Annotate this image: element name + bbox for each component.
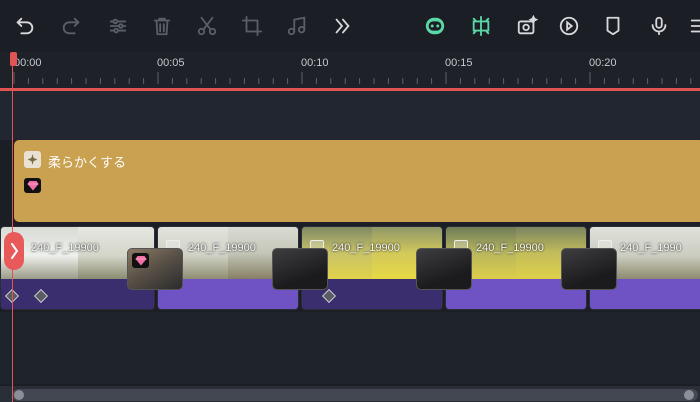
split-screen-icon[interactable]	[466, 11, 496, 41]
premium-gem-icon	[24, 178, 41, 193]
playhead-marker[interactable]	[10, 52, 17, 66]
undo-icon[interactable]	[10, 11, 40, 41]
audio-icon[interactable]	[282, 11, 312, 41]
effect-clip[interactable]: 柔らかくする	[14, 140, 700, 222]
empty-track[interactable]	[0, 312, 700, 384]
play-circle-icon[interactable]	[554, 11, 584, 41]
adjust-icon[interactable]	[103, 11, 133, 41]
ruler-label: 00:05	[157, 57, 185, 69]
premium-gem-icon	[132, 253, 149, 268]
sparkle-icon	[24, 151, 41, 168]
scroll-thumb[interactable]	[12, 389, 698, 401]
clip-label: 240_F_19900	[188, 242, 256, 254]
crop-icon[interactable]	[237, 11, 267, 41]
transition[interactable]	[416, 248, 472, 290]
toolbar	[0, 0, 700, 52]
ruler-label: 00:10	[301, 57, 329, 69]
transition[interactable]	[127, 248, 183, 290]
ruler-ticks	[13, 72, 692, 84]
camera-sparkle-icon[interactable]	[512, 11, 542, 41]
clip-label: 240_F_19900	[476, 242, 544, 254]
ruler-label: 00:15	[445, 57, 473, 69]
transition[interactable]	[272, 248, 328, 290]
ruler-label: 00:20	[589, 57, 617, 69]
time-ruler[interactable]: 00:00 00:05 00:10 00:15 00:20	[0, 52, 700, 90]
clip-label: 240_F_19900	[332, 242, 400, 254]
clip-label: 240_F_1990	[620, 242, 682, 254]
transition[interactable]	[561, 248, 617, 290]
clip-label: 240_F_19900	[31, 242, 99, 254]
ruler-label: 00:00	[14, 57, 42, 69]
timeline-editor: 00:00 00:05 00:10 00:15 00:20 柔らかくする 240…	[0, 0, 700, 402]
marker-icon[interactable]	[598, 11, 628, 41]
list-icon[interactable]	[684, 11, 700, 41]
effect-label: 柔らかくする	[48, 155, 127, 170]
microphone-icon[interactable]	[644, 11, 674, 41]
cut-icon[interactable]	[192, 11, 222, 41]
redo-icon[interactable]	[56, 11, 86, 41]
playhead[interactable]	[12, 52, 13, 402]
ai-robot-icon[interactable]	[420, 11, 450, 41]
more-icon[interactable]	[327, 11, 357, 41]
horizontal-scrollbar[interactable]	[0, 386, 700, 402]
scroll-handle-left[interactable]	[14, 390, 24, 400]
empty-track[interactable]	[0, 91, 700, 140]
playhead-handle[interactable]	[4, 232, 24, 270]
scroll-handle-right[interactable]	[684, 390, 694, 400]
delete-icon[interactable]	[147, 11, 177, 41]
